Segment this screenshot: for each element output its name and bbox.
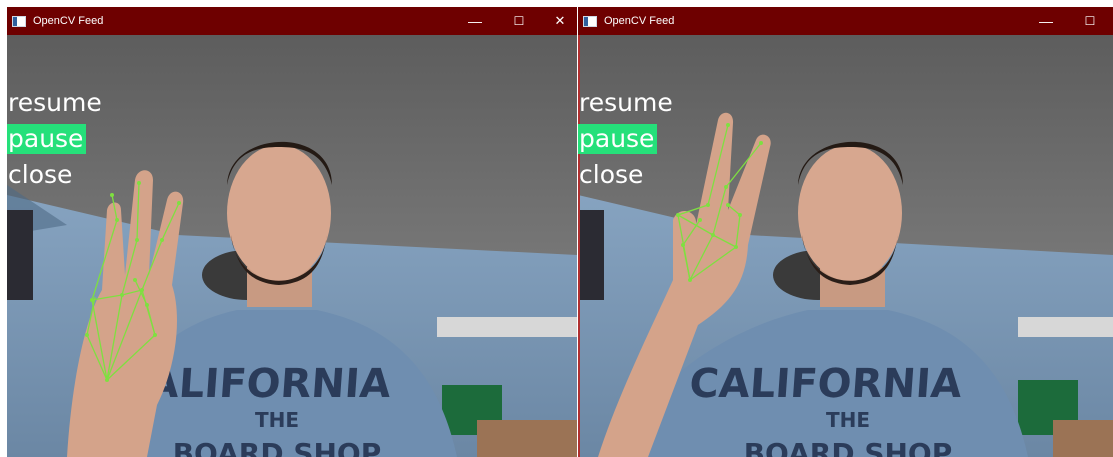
camera-feed: CALIFORNIA THE BOARD SHOP resume pause c… <box>7 35 577 457</box>
shirt-text-line3: BOARD SHOP <box>744 437 953 457</box>
face <box>227 145 331 281</box>
menu-option-close[interactable]: close <box>7 160 75 190</box>
maximize-button[interactable]: ☐ <box>499 7 539 35</box>
shelf-books <box>437 317 577 337</box>
face <box>798 145 902 281</box>
window-title: OpenCV Feed <box>33 15 104 27</box>
minimize-button[interactable]: — <box>1026 7 1066 35</box>
title-bar[interactable]: OpenCV Feed — ☐ ✕ <box>7 7 577 35</box>
shirt-text-line2: THE <box>826 408 870 432</box>
app-window-icon <box>583 15 597 27</box>
menu-option-pause[interactable]: pause <box>578 124 658 154</box>
menu-option-resume[interactable]: resume <box>7 88 105 118</box>
desk <box>1053 420 1113 457</box>
menu-option-pause[interactable]: pause <box>7 124 87 154</box>
menu-option-close[interactable]: close <box>578 160 646 190</box>
opencv-window-left: OpenCV Feed — ☐ ✕ CALIFORNIA THE BOARD S… <box>7 7 577 457</box>
wall-poster <box>7 210 33 300</box>
shirt-text-line3: BOARD SHOP <box>173 437 382 457</box>
opencv-window-right: OpenCV Feed — ☐ CALIFORNIA THE BOARD SHO… <box>578 7 1113 457</box>
desk <box>477 420 577 457</box>
app-window-icon <box>12 15 26 27</box>
shirt-text-line1: CALIFORNIA <box>688 361 963 407</box>
camera-feed: CALIFORNIA THE BOARD SHOP resume pause c… <box>578 35 1113 457</box>
close-button[interactable]: ✕ <box>540 7 577 35</box>
menu-option-resume[interactable]: resume <box>578 88 676 118</box>
shirt-text-line2: THE <box>255 408 299 432</box>
window-title: OpenCV Feed <box>604 15 675 27</box>
minimize-button[interactable]: — <box>455 7 495 35</box>
maximize-button[interactable]: ☐ <box>1070 7 1110 35</box>
title-bar[interactable]: OpenCV Feed — ☐ <box>578 7 1113 35</box>
wall-poster <box>578 210 604 300</box>
shelf-books <box>1018 317 1113 337</box>
